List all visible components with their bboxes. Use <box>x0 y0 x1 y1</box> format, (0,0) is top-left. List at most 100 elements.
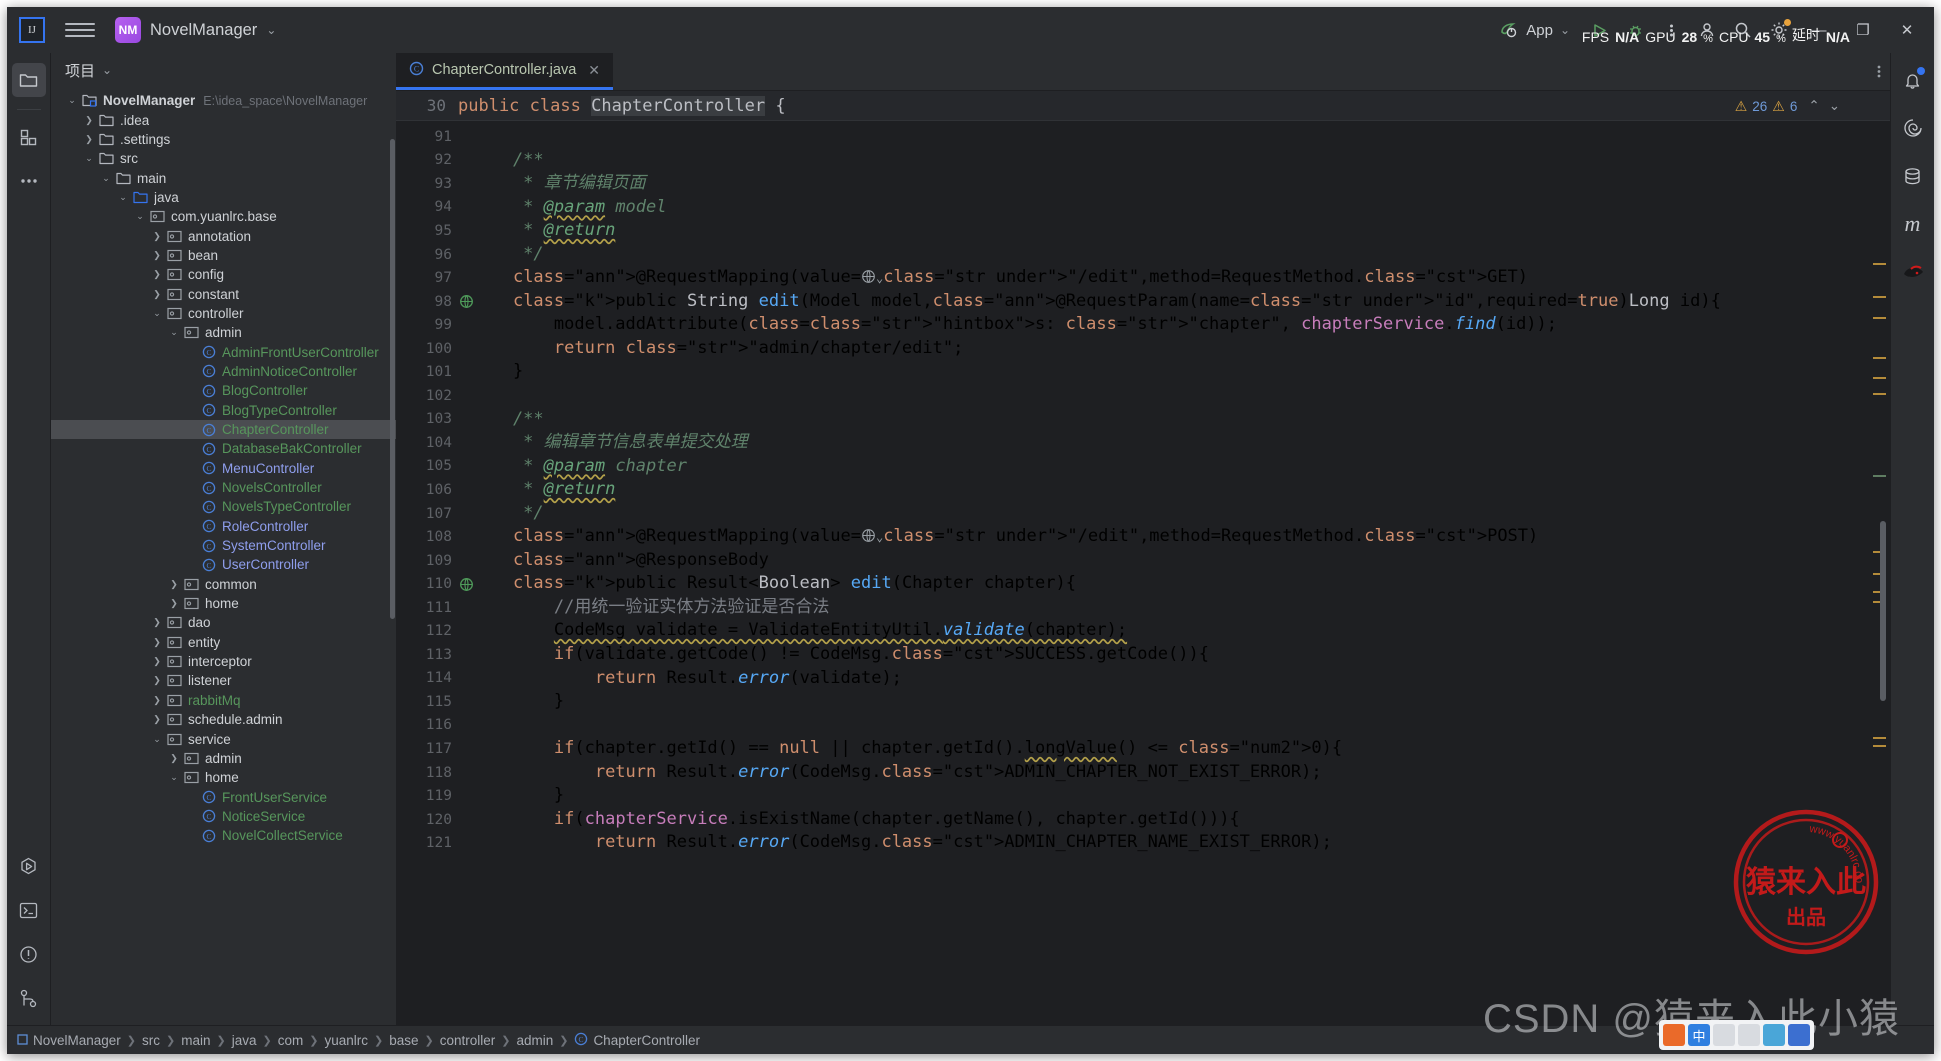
chevron-right-icon[interactable]: ❯ <box>165 579 183 590</box>
breadcrumb-item[interactable]: src <box>142 1033 160 1048</box>
spring-tool-icon[interactable] <box>1896 111 1930 145</box>
chevron-right-icon[interactable]: ❯ <box>148 250 166 261</box>
tree-node[interactable]: ❯ common <box>51 575 396 594</box>
breadcrumb-item[interactable]: controller <box>440 1033 496 1048</box>
hamburger-menu-icon[interactable] <box>65 17 95 43</box>
chevron-down-icon[interactable]: ⌄ <box>148 734 166 745</box>
chevron-down-icon[interactable]: ⌄ <box>148 308 166 319</box>
tree-node[interactable]: ❯ bean <box>51 246 396 265</box>
settings-icon[interactable] <box>1764 15 1794 45</box>
line-number[interactable]: 112 <box>396 619 458 643</box>
chevron-right-icon[interactable]: ❯ <box>148 617 166 628</box>
sidebar-item-terminal[interactable] <box>12 893 46 927</box>
chevron-right-icon[interactable]: ❯ <box>148 714 166 725</box>
project-widget[interactable]: NM NovelManager ⌄ <box>115 17 276 43</box>
chevron-up-icon[interactable]: ⌃ <box>1808 98 1819 114</box>
breadcrumb-item[interactable]: base <box>389 1033 418 1048</box>
breadcrumb-item[interactable]: main <box>181 1033 210 1048</box>
tree-node[interactable]: C RoleController <box>51 517 396 536</box>
line-number[interactable]: 98 <box>396 290 473 314</box>
web-url-icon[interactable] <box>861 527 876 543</box>
tree-node[interactable]: C NovelCollectService <box>51 826 396 845</box>
line-number[interactable]: 92 <box>396 149 458 173</box>
line-number[interactable]: 109 <box>396 549 458 573</box>
breadcrumb-item[interactable]: admin <box>516 1033 553 1048</box>
line-number[interactable]: 105 <box>396 455 458 479</box>
inspection-widget[interactable]: ⚠ 26 ⚠ 6 ⌃ ⌄ <box>1735 91 1840 121</box>
tree-node[interactable]: ❯ rabbitMq <box>51 691 396 710</box>
error-stripe-markers[interactable] <box>1868 121 1890 1025</box>
tree-node[interactable]: C AdminNoticeController <box>51 362 396 381</box>
chevron-down-icon[interactable]: ⌄ <box>131 211 149 222</box>
tree-node[interactable]: C DatabaseBakController <box>51 439 396 458</box>
chevron-down-icon[interactable]: ⌄ <box>1829 98 1840 114</box>
tree-node[interactable]: ⌄ java <box>51 188 396 207</box>
tree-node[interactable]: ⌄ controller <box>51 304 396 323</box>
sidebar-item-run[interactable] <box>12 849 46 883</box>
line-number[interactable]: 99 <box>396 313 458 337</box>
chevron-right-icon[interactable]: ❯ <box>80 115 98 126</box>
line-number[interactable]: 96 <box>396 243 458 267</box>
run-configuration-selector[interactable]: App ⌄ <box>1491 22 1578 39</box>
breadcrumb-item[interactable]: java <box>232 1033 257 1048</box>
tree-node[interactable]: ⌄ NovelManager E:\idea_space\NovelManager <box>51 91 396 110</box>
line-number[interactable]: 118 <box>396 761 458 785</box>
tree-node[interactable]: ⌄ com.yuanlrc.base <box>51 207 396 226</box>
line-number[interactable]: 108 <box>396 525 458 549</box>
chevron-right-icon[interactable]: ❯ <box>165 753 183 764</box>
breadcrumb-item[interactable]: yuanlrc <box>324 1033 368 1048</box>
sidebar-item-project[interactable] <box>11 63 46 97</box>
tree-node[interactable]: ❯ .idea <box>51 110 396 129</box>
line-number[interactable]: 114 <box>396 667 458 691</box>
tree-node[interactable]: ❯ interceptor <box>51 652 396 671</box>
maximize-button[interactable]: ❐ <box>1844 13 1882 47</box>
project-tree[interactable]: ⌄ NovelManager E:\idea_space\NovelManager ❯… <box>51 87 396 1025</box>
breadcrumb-item[interactable]: C ChapterController <box>574 1032 700 1049</box>
sidebar-item-structure[interactable] <box>12 120 46 154</box>
tree-node[interactable]: ❯ annotation <box>51 226 396 245</box>
project-panel-header[interactable]: 项目 ⌄ <box>51 53 396 87</box>
tree-node[interactable]: C ChapterController <box>51 419 396 440</box>
run-button[interactable] <box>1584 15 1614 45</box>
tab-chapter-controller[interactable]: C ChapterController.java ✕ <box>396 53 614 90</box>
line-number[interactable]: 97 <box>396 266 458 290</box>
maven-m-icon[interactable]: m <box>1896 207 1930 241</box>
line-number[interactable]: 119 <box>396 784 458 808</box>
tree-node[interactable]: ❯ dao <box>51 613 396 632</box>
line-number[interactable]: 91 <box>396 125 458 149</box>
chevron-down-icon[interactable]: ⌄ <box>165 327 183 338</box>
tree-node[interactable]: ⌄ service <box>51 729 396 748</box>
chevron-down-icon[interactable]: ⌄ <box>165 772 183 783</box>
chevron-down-icon[interactable]: ⌄ <box>114 192 132 203</box>
line-number[interactable]: 121 <box>396 831 458 855</box>
tree-node[interactable]: ❯ home <box>51 594 396 613</box>
tree-node[interactable]: C BlogController <box>51 381 396 400</box>
line-number[interactable]: 95 <box>396 219 458 243</box>
more-options-icon[interactable] <box>1656 15 1686 45</box>
sidebar-item-problems[interactable] <box>12 937 46 971</box>
chevron-right-icon[interactable]: ❯ <box>148 231 166 242</box>
tree-node[interactable]: ⌄ main <box>51 168 396 187</box>
ninja-icon[interactable] <box>1896 255 1930 289</box>
line-number[interactable]: 93 <box>396 172 458 196</box>
project-scrollbar[interactable] <box>390 139 395 619</box>
chevron-right-icon[interactable]: ❯ <box>148 675 166 686</box>
chevron-right-icon[interactable]: ❯ <box>165 598 183 609</box>
tree-node[interactable]: C SystemController <box>51 536 396 555</box>
chevron-right-icon[interactable]: ❯ <box>148 656 166 667</box>
tree-node[interactable]: C FrontUserService <box>51 787 396 806</box>
search-icon[interactable] <box>1728 15 1758 45</box>
editor-tab-options-icon[interactable] <box>1868 53 1890 90</box>
web-url-icon[interactable] <box>861 268 876 284</box>
tree-node[interactable]: ❯ constant <box>51 284 396 303</box>
tree-node[interactable]: ❯ entity <box>51 633 396 652</box>
breadcrumb-item[interactable]: NovelManager <box>17 1033 121 1048</box>
line-number[interactable]: 110 <box>396 572 473 596</box>
chevron-right-icon[interactable]: ❯ <box>80 134 98 145</box>
tree-node[interactable]: ❯ schedule.admin <box>51 710 396 729</box>
line-number[interactable]: 116 <box>396 714 458 738</box>
tree-node[interactable]: C NovelsTypeController <box>51 497 396 516</box>
line-number[interactable]: 101 <box>396 360 458 384</box>
line-number[interactable]: 103 <box>396 408 458 432</box>
tree-node[interactable]: ❯ admin <box>51 749 396 768</box>
